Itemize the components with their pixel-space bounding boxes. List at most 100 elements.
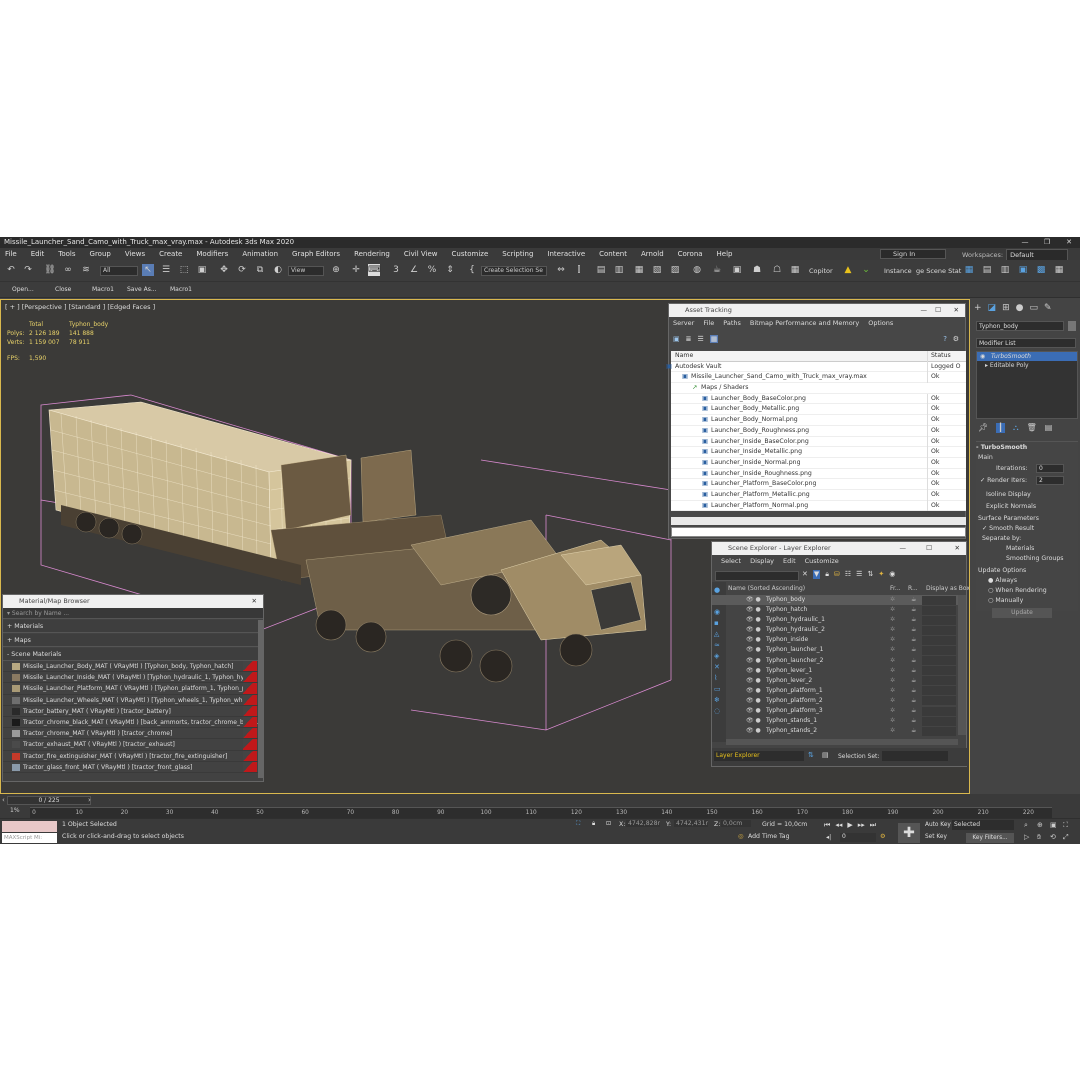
menu-item-edit[interactable]: Edit [31, 250, 45, 258]
menu-item-civil-view[interactable]: Civil View [404, 250, 438, 258]
utilities-icon[interactable]: ▩ [1035, 264, 1047, 276]
table-row[interactable]: ▣ Missile_Launcher_Sand_Camo_with_Truck_m… [671, 372, 966, 384]
minimize-icon[interactable]: — [921, 304, 928, 317]
visibility-icon[interactable]: 👁︎ ● [746, 645, 761, 655]
pivot-icon[interactable]: ⊕ [330, 264, 342, 276]
menu-item-scripting[interactable]: Scripting [502, 250, 533, 258]
manipulate-icon[interactable]: ✛ [350, 264, 362, 276]
schematic-view-icon[interactable]: ▨ [669, 264, 681, 276]
table-row[interactable]: ↗ Maps / Shaders [671, 383, 966, 394]
set-key-button[interactable]: Set Key [925, 834, 947, 840]
help-icon[interactable]: ? [943, 335, 947, 343]
smooth-result-checkbox[interactable]: ✓ Smooth Result [982, 525, 1034, 532]
freeze-icon[interactable]: ✲ [890, 696, 895, 706]
list-item[interactable]: Tractor_exhaust_MAT ( VRayMtl ) [tractor… [3, 739, 263, 751]
freeze-icon[interactable]: ✲ [890, 605, 895, 615]
restore-icon[interactable]: ☐ [926, 542, 932, 555]
menu-item-create[interactable]: Create [159, 250, 182, 258]
settings-icon[interactable]: ⚙ [953, 335, 959, 343]
manually-radio[interactable]: ○ Manually [988, 597, 1023, 604]
table-view-icon[interactable]: ▦ [709, 335, 719, 343]
visibility-icon[interactable]: 👁︎ ● [746, 726, 761, 736]
horizontal-scrollbar[interactable] [726, 739, 958, 745]
renderable-icon[interactable]: ☕︎ [911, 595, 916, 605]
tab-hierarchy[interactable]: ⊞ [1002, 303, 1010, 313]
menu-item-interactive[interactable]: Interactive [547, 250, 585, 258]
angle-snap-icon[interactable]: ∠ [408, 264, 420, 276]
instance-label[interactable]: Instance [884, 267, 912, 275]
play-icon[interactable]: ▶ [847, 821, 852, 830]
isolate-icon[interactable]: ⛶ [576, 820, 580, 828]
list-item[interactable]: 👁︎ ● Typhon_platform_1 ✲ ☕︎ [712, 686, 958, 696]
redo-icon[interactable]: ↷ [22, 264, 34, 276]
always-radio[interactable]: ● Always [988, 577, 1017, 584]
spinner-snap-icon[interactable]: ⇕ [444, 264, 456, 276]
curve-editor-icon[interactable]: ▧ [651, 264, 663, 276]
menu-server[interactable]: Server [673, 319, 694, 327]
close-icon[interactable]: ✕ [1058, 237, 1080, 248]
rect-selection-icon[interactable]: ⬚ [178, 264, 190, 276]
list-item[interactable]: 👁︎ ● Typhon_platform_2 ✲ ☕︎ [712, 696, 958, 706]
menu-display[interactable]: Display [750, 557, 774, 565]
freeze-icon[interactable]: ✲ [890, 716, 895, 726]
display-as-box-cell[interactable] [922, 726, 956, 736]
minimize-icon[interactable]: — [1014, 237, 1036, 248]
list-item[interactable]: Missile_Launcher_Platform_MAT ( VRayMtl … [3, 683, 263, 695]
freeze-icon[interactable]: ✲ [890, 625, 895, 635]
unlink-icon[interactable]: ∞ [62, 264, 74, 276]
make-unique-icon[interactable]: ⛬ [1013, 423, 1019, 433]
link-icon[interactable]: ⛓ [44, 264, 56, 276]
table-row[interactable]: ▣ Launcher_Inside_Normal.png Ok [671, 457, 966, 469]
menu-bitmap-performance[interactable]: Bitmap Performance and Memory [750, 319, 859, 327]
list-item[interactable]: 👁︎ ● Typhon_lever_1 ✲ ☕︎ [712, 666, 958, 676]
col-display-as-box[interactable]: Display as Box [926, 585, 970, 592]
selection-lock-icon[interactable]: 🔒︎ [592, 820, 595, 828]
menu-item-views[interactable]: Views [125, 250, 145, 258]
display-as-box-cell[interactable] [922, 686, 956, 696]
list-item[interactable]: 👁︎ ● Typhon_inside ✲ ☕︎ [712, 635, 958, 645]
smoothing-groups-checkbox[interactable]: Smoothing Groups [1006, 555, 1063, 562]
reference-coord-dropdown[interactable]: View [288, 266, 324, 276]
freeze-icon[interactable]: ✲ [890, 666, 895, 676]
tab-motion[interactable]: ● [1016, 303, 1024, 313]
key-mode-icon[interactable]: ◂| [826, 834, 831, 841]
table-row[interactable]: ▣ Autodesk Vault Logged O [666, 361, 966, 373]
move-icon[interactable]: ✥ [218, 264, 230, 276]
display-as-box-cell[interactable] [922, 615, 956, 625]
edit-named-sel-icon[interactable]: { [466, 264, 478, 276]
visibility-icon[interactable]: 👁︎ ● [746, 676, 761, 686]
list-item[interactable]: 👁︎ ● Typhon_launcher_1 ✲ ☕︎ [712, 645, 958, 655]
save-as-button[interactable]: Save As... [127, 286, 157, 293]
visibility-icon[interactable]: 👁︎ ● [746, 595, 761, 605]
undo-icon[interactable]: ↶ [5, 264, 17, 276]
time-tag-icon[interactable]: ◎ [738, 833, 743, 840]
menu-item-arnold[interactable]: Arnold [641, 250, 664, 258]
menu-item-content[interactable]: Content [599, 250, 627, 258]
materials-checkbox[interactable]: Materials [1006, 545, 1034, 552]
table-row[interactable]: ▣ Launcher_Body_Normal.png Ok [671, 415, 966, 426]
object-color-swatch[interactable] [1068, 321, 1076, 331]
category-maps[interactable]: + Maps [3, 634, 263, 647]
select-by-name-icon[interactable]: ☰ [160, 264, 172, 276]
list-item[interactable]: 👁︎ ● Typhon_body ✲ ☕︎ [712, 595, 958, 606]
viewport-layout-icon[interactable]: ▦ [963, 264, 975, 276]
horizontal-scrollbar[interactable] [671, 517, 966, 525]
rollout-title[interactable]: - TurboSmooth [976, 444, 1027, 451]
menu-item-corona[interactable]: Corona [678, 250, 703, 258]
display-as-box-cell[interactable] [922, 666, 956, 676]
freeze-icon[interactable]: ✲ [890, 615, 895, 625]
list-item[interactable]: 👁︎ ● Typhon_hydraulic_2 ✲ ☕︎ [712, 625, 958, 635]
list-item[interactable]: 👁︎ ● Typhon_launcher_2 ✲ ☕︎ [712, 656, 958, 666]
grid-icon[interactable]: ▦ [1053, 264, 1065, 276]
render-setup-icon[interactable]: ☕ [711, 264, 723, 276]
layer-sort-icon[interactable]: ⇅ [808, 751, 814, 759]
freeze-icon[interactable]: ✲ [890, 645, 895, 655]
y-coordinate-field[interactable]: 4742,431m [674, 820, 708, 827]
renderable-icon[interactable]: ☕︎ [911, 726, 916, 736]
layers-icon[interactable]: ☷ [845, 570, 851, 579]
renderable-icon[interactable]: ☕︎ [911, 605, 916, 615]
renderable-icon[interactable]: ☕︎ [911, 625, 916, 635]
display-icon[interactable]: ▣ [1017, 264, 1029, 276]
display-geometry-icon[interactable]: ● [714, 586, 724, 594]
filter-icon[interactable]: ▼ [812, 570, 821, 579]
